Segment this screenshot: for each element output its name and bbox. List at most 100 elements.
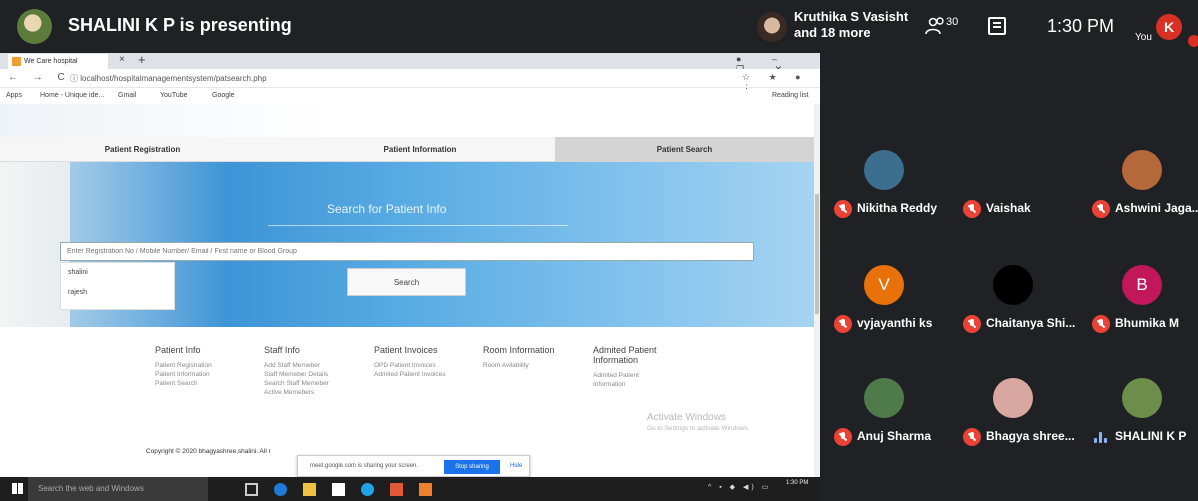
scroll-thumb[interactable]: [815, 194, 819, 314]
participant-tile[interactable]: Vvyjayanthi ks: [826, 235, 952, 355]
bookmark-home[interactable]: Home - Unique ide...: [40, 92, 104, 99]
footer-col-patient-invoices: Patient Invoices OPD Patient Invoices Ad…: [374, 345, 464, 379]
meet-top-bar: SHALINI K P is presenting Kruthika S Vas…: [0, 0, 1198, 53]
footer-link[interactable]: Staff Memeber Details: [264, 370, 354, 379]
participant-avatar: [864, 150, 904, 190]
participant-avatar: [993, 265, 1033, 305]
self-avatar[interactable]: K: [1156, 14, 1182, 40]
footer-col-room-information: Room Information Room Avilability: [483, 345, 573, 370]
meet-window: SHALINI K P is presenting Kruthika S Vas…: [0, 0, 1198, 501]
suggestion-item[interactable]: shalini: [61, 263, 174, 283]
people-count: 30: [946, 16, 959, 28]
bookmark-gmail[interactable]: Gmail: [118, 92, 136, 99]
bookmark-youtube[interactable]: YouTube: [160, 92, 188, 99]
mic-off-icon: [963, 428, 981, 446]
store-icon[interactable]: [332, 483, 345, 496]
page-scrollbar[interactable]: [814, 104, 820, 477]
speaking-indicator-icon: [1094, 432, 1108, 443]
footer-link[interactable]: Patient Information: [155, 370, 245, 379]
participant-name: vyjayanthi ks: [857, 316, 933, 330]
tab-patient-registration[interactable]: Patient Registration: [0, 137, 285, 162]
footer-col-title: Patient Invoices: [374, 345, 438, 355]
participant-tile[interactable]: Chaitanya Shi...: [955, 235, 1081, 355]
share-message: meet.google.com is sharing your screen.: [310, 463, 419, 469]
taskbar-search[interactable]: Search the web and Windows: [28, 477, 208, 501]
hero-divider: [268, 225, 568, 226]
tab-patient-search[interactable]: Patient Search: [555, 137, 814, 162]
windows-start-icon[interactable]: [12, 483, 23, 494]
mic-off-icon: [1092, 315, 1110, 333]
mic-off-icon: [1092, 200, 1110, 218]
others-summary[interactable]: Kruthika S Vasisht and 18 more: [794, 9, 908, 41]
nav-buttons[interactable]: ← → C: [8, 72, 71, 83]
chrome-icon[interactable]: [361, 483, 374, 496]
participant-name: Nikitha Reddy: [857, 201, 938, 215]
participant-avatar: [1122, 150, 1162, 190]
footer-col-title: Staff Info: [264, 345, 300, 355]
participant-tile[interactable]: Ashwini Jaga...: [1084, 120, 1198, 240]
participant-tile[interactable]: Bhagya shree...: [955, 348, 1081, 468]
meeting-clock: 1:30 PM: [1047, 16, 1115, 36]
reading-list[interactable]: Reading list: [772, 92, 809, 99]
footer-link[interactable]: Room Avilability: [483, 361, 573, 370]
people-icon[interactable]: [925, 16, 947, 36]
url-field[interactable]: ⓘ localhost/hospitalmanagementsystem/pat…: [70, 72, 720, 85]
suggestion-item[interactable]: rajesh: [61, 283, 174, 303]
footer-link[interactable]: Patient Search: [155, 379, 245, 388]
hide-banner-button[interactable]: Hide: [510, 463, 522, 469]
bookmark-apps[interactable]: Apps: [6, 92, 22, 99]
presenter-avatar: [17, 9, 52, 44]
participant-name: Bhumika M: [1115, 316, 1180, 330]
footer-link[interactable]: OPD Patient Invoices: [374, 361, 464, 370]
activate-windows-watermark: Activate Windows Go to Settings to activ…: [647, 412, 750, 432]
patient-search-input[interactable]: [60, 242, 754, 261]
edge-icon[interactable]: [274, 483, 287, 496]
file-explorer-icon[interactable]: [303, 483, 316, 496]
footer-link[interactable]: Search Staff Memeber: [264, 379, 354, 388]
you-label: You: [1135, 32, 1152, 43]
footer-link[interactable]: Patient Registration: [155, 361, 245, 370]
participant-tile[interactable]: SHALINI K P: [1084, 348, 1198, 468]
address-bar: ← → C ⓘ localhost/hospitalmanagementsyst…: [0, 69, 820, 93]
hero-banner-top: [0, 104, 814, 137]
copyright-text: Copyright © 2020 bhagyashree,shalini. Al…: [146, 448, 271, 455]
app-icon[interactable]: [419, 483, 432, 496]
mic-off-icon: [834, 428, 852, 446]
search-button[interactable]: Search: [347, 268, 466, 296]
footer-link[interactable]: Admited Patient Invoices: [374, 370, 464, 379]
new-tab-icon[interactable]: +: [138, 53, 146, 67]
app-icon[interactable]: [390, 483, 403, 496]
participant-tile[interactable]: Vaishak: [955, 120, 1081, 240]
tab-patient-information[interactable]: Patient Information: [285, 137, 555, 162]
participant-name: Bhagya shree...: [986, 429, 1075, 443]
system-tray[interactable]: ^ ▪ ◆ ◀) ▭: [708, 483, 771, 491]
participant-avatar: [993, 378, 1033, 418]
taskbar-clock: 1:30 PM: [786, 480, 809, 486]
participant-tile[interactable]: B Bhumika M: [1084, 235, 1198, 355]
footer-col-admited-patient: Admited Patient Information Admited Pati…: [593, 345, 668, 389]
bookmarks-bar: Apps Home - Unique ide... Gmail YouTube …: [0, 89, 820, 104]
participant-avatar: [757, 12, 787, 42]
bookmark-google[interactable]: Google: [212, 92, 235, 99]
presenting-label: SHALINI K P is presenting: [68, 15, 292, 35]
participant-tile[interactable]: Anuj Sharma: [826, 348, 952, 468]
stop-sharing-button[interactable]: Stop sharing: [444, 460, 500, 474]
participant-avatar: V: [864, 265, 904, 305]
participant-tile[interactable]: Nikitha Reddy: [826, 120, 952, 240]
shared-screen: We Care hospital × + ● – ❐ ✕ ← → C ⓘ loc…: [0, 53, 820, 501]
footer-col-staff-info: Staff Info Add Staff Memeber Staff Memeb…: [264, 345, 354, 397]
participant-avatar: [993, 150, 1033, 190]
screen-share-banner: meet.google.com is sharing your screen. …: [297, 455, 530, 477]
browser-tab[interactable]: We Care hospital: [8, 54, 108, 69]
mic-muted-icon: [1188, 35, 1198, 47]
participant-avatar: B: [1122, 265, 1162, 305]
footer-link[interactable]: Active Memebers: [264, 388, 354, 397]
close-tab-icon[interactable]: ×: [119, 54, 125, 65]
watermark-title: Activate Windows: [647, 412, 726, 423]
chat-icon[interactable]: [988, 17, 1006, 35]
footer-link[interactable]: Admited Patient Information: [593, 371, 653, 389]
footer-col-title: Admited Patient Information: [593, 345, 657, 365]
participant-name: SHALINI K P: [1115, 429, 1187, 443]
task-view-icon[interactable]: [245, 483, 258, 496]
footer-link[interactable]: Add Staff Memeber: [264, 361, 354, 370]
